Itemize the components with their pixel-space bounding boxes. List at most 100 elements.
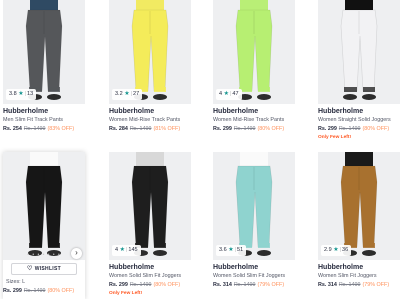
shoe [362, 94, 376, 100]
product-image-art [318, 152, 400, 260]
product-price: Rs. 299 Rs. 1499 (80% OFF) [109, 282, 180, 288]
product-card[interactable]: 4 ★|145 Hubberholme Women Solid Slim Fit… [109, 152, 191, 299]
shoe [257, 250, 271, 256]
rating-count: 13 [27, 91, 34, 97]
product-brand: Hubberholme [109, 108, 155, 115]
discount-percent: (79% OFF) [362, 282, 390, 288]
next-image-button[interactable]: › [71, 248, 82, 259]
product-image[interactable] [318, 0, 400, 104]
product-image-art [109, 152, 191, 260]
product-title: Men Slim Fit Track Pants [3, 117, 63, 123]
product-title: Women Mid-Rise Track Pants [109, 117, 181, 123]
rating-value: 3.8 [9, 91, 17, 97]
product-price: Rs. 299 Rs. 1499 (80% OFF) [213, 126, 284, 132]
product-card[interactable]: Hubberholme Women Straight Solid Joggers… [318, 0, 400, 144]
top-garment [240, 152, 268, 168]
product-price: Rs. 284 Rs. 1499 (81% OFF) [109, 126, 180, 132]
top-garment [30, 152, 58, 168]
rating-value: 2.9 [324, 247, 332, 253]
rating-value: 4 [219, 91, 223, 97]
sale-price: Rs. 314 [213, 282, 232, 288]
product-brand: Hubberholme [213, 108, 259, 115]
original-price: Rs. 1499 [129, 126, 152, 132]
discount-percent: (79% OFF) [257, 282, 285, 288]
sale-price: Rs. 314 [318, 282, 337, 288]
product-brand: Hubberholme [109, 264, 155, 271]
wishlist-label: WISHLIST [34, 266, 61, 272]
rating-count: 51 [237, 247, 244, 253]
shoe [47, 94, 61, 100]
heart-icon: ♡ [27, 266, 33, 272]
top-garment [345, 152, 373, 168]
rating-badge: 3.8 ★|13 [6, 89, 37, 100]
product-brand: Hubberholme [318, 264, 364, 271]
product-title: Women Solid Slim Fit Joggers [109, 273, 182, 279]
sale-price: Rs. 299 [318, 126, 337, 132]
original-price: Rs. 1499 [129, 282, 152, 288]
product-image-art [213, 152, 295, 260]
rating-badge: 4 ★|145 [112, 245, 141, 256]
product-image[interactable] [109, 152, 191, 260]
sale-price: Rs. 299 [3, 288, 22, 294]
product-card[interactable]: 3.6 ★|51 Hubberholme Women Solid Slim Fi… [213, 152, 295, 299]
shoe [362, 250, 376, 256]
rating-value: 3.2 [115, 91, 123, 97]
rating-value: 3.6 [219, 247, 227, 253]
product-image[interactable] [318, 152, 400, 260]
product-title: Women Mid-Rise Track Pants [213, 117, 285, 123]
rating-count: 47 [232, 91, 239, 97]
product-image-art [318, 0, 400, 104]
product-title: Women Slim Fit Joggers [318, 273, 377, 279]
product-price: Rs. 299 Rs. 1499 (80% OFF) [318, 126, 389, 132]
discount-percent: (80% OFF) [257, 126, 285, 132]
product-card[interactable]: • • • • • • • › ♡ WISHLIST Sizes: L Rs. 2… [3, 152, 85, 299]
sale-price: Rs. 284 [109, 126, 128, 132]
original-price: Rs. 1499 [338, 282, 361, 288]
product-card[interactable]: 2.9 ★|36 Hubberholme Women Slim Fit Jogg… [318, 152, 400, 299]
product-price: Rs. 314 Rs. 1499 (79% OFF) [318, 282, 389, 288]
rating-count: 36 [342, 247, 349, 253]
product-brand: Hubberholme [3, 108, 49, 115]
discount-percent: (80% OFF) [47, 288, 75, 294]
discount-percent: (81% OFF) [153, 126, 181, 132]
shoe [153, 94, 167, 100]
star-icon: ★ [18, 91, 24, 97]
sale-price: Rs. 299 [213, 126, 232, 132]
rating-badge: 3.6 ★|51 [216, 245, 247, 256]
sizes-label: Sizes: L [6, 279, 26, 285]
discount-percent: (83% OFF) [47, 126, 75, 132]
product-price: Rs. 314 Rs. 1499 (79% OFF) [213, 282, 284, 288]
product-price: Rs. 254 Rs. 1499 (83% OFF) [3, 126, 74, 132]
rating-value: 4 [115, 247, 119, 253]
discount-percent: (80% OFF) [153, 282, 181, 288]
product-card[interactable]: 4 ★|47 Hubberholme Women Mid-Rise Track … [213, 0, 295, 144]
only-few-left-label: Only Few Left! [318, 135, 352, 140]
product-card[interactable]: 3.2 ★|27 Hubberholme Women Mid-Rise Trac… [109, 0, 191, 144]
product-title: Women Solid Slim Fit Joggers [213, 273, 286, 279]
star-icon: ★ [124, 91, 130, 97]
rating-badge: 4 ★|47 [216, 89, 242, 100]
product-brand: Hubberholme [213, 264, 259, 271]
top-garment [136, 152, 164, 168]
original-price: Rs. 1499 [338, 126, 361, 132]
product-image[interactable] [213, 152, 295, 260]
rating-badge: 3.2 ★|27 [112, 89, 143, 100]
wishlist-button[interactable]: ♡ WISHLIST [11, 263, 77, 275]
only-few-left-label: Only Few Left! [109, 291, 143, 296]
product-price: Rs. 299 Rs. 1499 (80% OFF) [3, 288, 74, 294]
shoe [153, 250, 167, 256]
product-title: Women Straight Solid Joggers [318, 117, 391, 123]
product-card[interactable]: 3.8 ★|13 Hubberholme Men Slim Fit Track … [3, 0, 85, 144]
original-price: Rs. 1499 [233, 126, 256, 132]
star-icon: ★ [228, 247, 234, 253]
shoe [343, 94, 357, 100]
shoe [257, 94, 271, 100]
original-price: Rs. 1499 [23, 126, 46, 132]
star-icon: ★ [333, 247, 339, 253]
sale-price: Rs. 254 [3, 126, 22, 132]
original-price: Rs. 1499 [23, 288, 46, 294]
rating-count: 145 [128, 247, 138, 253]
product-image[interactable] [3, 152, 85, 260]
rating-badge: 2.9 ★|36 [321, 245, 352, 256]
product-brand: Hubberholme [318, 108, 364, 115]
